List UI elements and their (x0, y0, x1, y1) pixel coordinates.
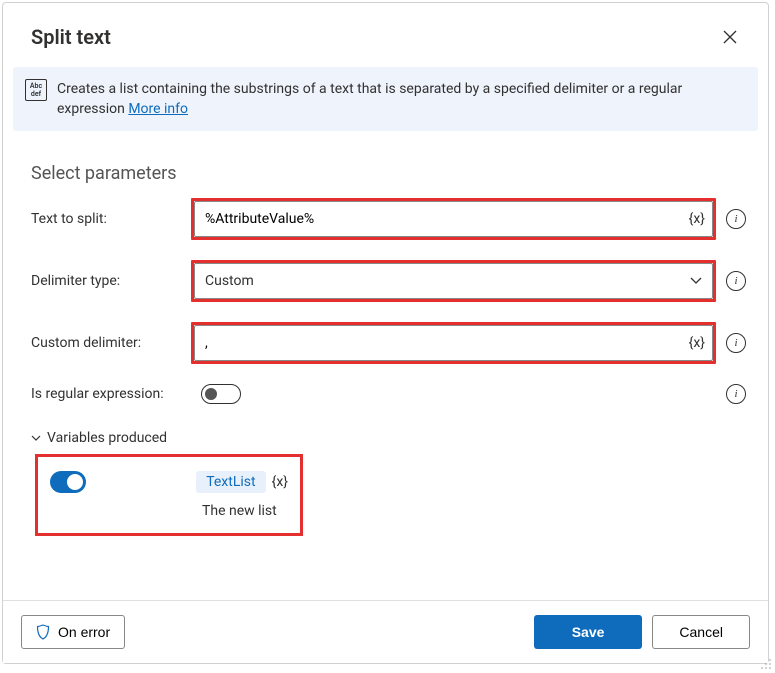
delimiter-type-value: Custom (205, 273, 254, 289)
info-text: Creates a list containing the substrings… (57, 79, 742, 119)
dialog-header: Split text (3, 3, 768, 63)
delimiter-type-field: Custom (191, 260, 716, 302)
variable-token: {x} (272, 474, 288, 490)
text-to-split-row: Text to split: {x} i (3, 188, 768, 250)
variables-produced-label: Variables produced (47, 430, 167, 446)
info-icon[interactable]: i (726, 209, 746, 229)
close-button[interactable] (714, 21, 746, 53)
custom-delimiter-field: {x} (191, 322, 716, 364)
is-regex-toggle[interactable] (201, 384, 241, 404)
dialog-title: Split text (31, 25, 111, 49)
variable-description: The new list (202, 503, 288, 519)
variable-enabled-toggle[interactable] (50, 471, 86, 493)
resize-grip-icon[interactable] (759, 657, 773, 671)
info-icon[interactable]: i (726, 271, 746, 291)
save-button[interactable]: Save (534, 615, 643, 649)
chevron-down-icon (31, 433, 41, 443)
delimiter-type-label: Delimiter type: (31, 273, 181, 289)
text-to-split-input[interactable] (194, 201, 713, 237)
variables-produced-toggle[interactable]: Variables produced (3, 414, 768, 450)
is-regex-row: Is regular expression: i (3, 374, 768, 414)
text-action-icon: Abcdef (25, 79, 47, 101)
delimiter-type-row: Delimiter type: Custom i (3, 250, 768, 312)
select-parameters-heading: Select parameters (3, 131, 768, 188)
variable-chip[interactable]: TextList (196, 471, 265, 493)
split-text-dialog: Split text Abcdef Creates a list contain… (2, 2, 769, 664)
on-error-button[interactable]: On error (21, 615, 125, 649)
delimiter-type-select[interactable]: Custom (194, 263, 713, 299)
info-banner: Abcdef Creates a list containing the sub… (13, 67, 758, 131)
dialog-footer: On error Save Cancel (3, 600, 768, 663)
info-icon[interactable]: i (726, 333, 746, 353)
close-icon (723, 30, 737, 44)
shield-icon (36, 624, 50, 640)
insert-variable-button[interactable]: {x} (689, 335, 705, 351)
text-to-split-label: Text to split: (31, 211, 181, 227)
info-icon[interactable]: i (726, 384, 746, 404)
is-regex-label: Is regular expression: (31, 386, 191, 402)
cancel-button[interactable]: Cancel (652, 615, 750, 649)
text-to-split-field: {x} (191, 198, 716, 240)
more-info-link[interactable]: More info (128, 101, 188, 117)
custom-delimiter-row: Custom delimiter: {x} i (3, 312, 768, 374)
chevron-down-icon (690, 275, 702, 287)
variables-produced-box: TextList {x} The new list (35, 454, 303, 536)
custom-delimiter-label: Custom delimiter: (31, 335, 181, 351)
custom-delimiter-input[interactable] (194, 325, 713, 361)
insert-variable-button[interactable]: {x} (689, 211, 705, 227)
